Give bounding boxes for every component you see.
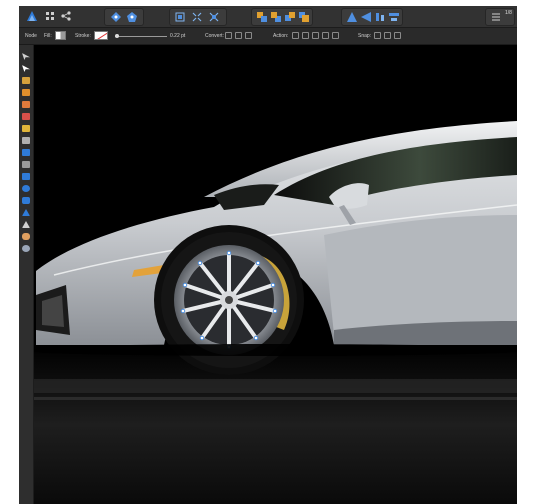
reverse-curve-icon[interactable]	[332, 32, 339, 39]
top-toolbar: 1/8	[19, 6, 517, 28]
fit-view-icon[interactable]	[173, 10, 187, 24]
snap-option-3-icon[interactable]	[394, 32, 401, 39]
fill-tool-icon[interactable]	[22, 125, 30, 132]
affinity-designer-logo-icon[interactable]	[25, 9, 39, 23]
align-center-icon[interactable]	[359, 10, 373, 24]
convert-smooth-icon[interactable]	[235, 32, 242, 39]
stroke-label: Stroke:	[75, 33, 91, 39]
vector-brush-tool-icon[interactable]	[22, 113, 30, 120]
node-label: Node	[25, 33, 37, 39]
view-group	[169, 8, 227, 26]
snap-label: Snap:	[358, 33, 372, 39]
break-curve-icon[interactable]	[292, 32, 299, 39]
pixel-persona-icon[interactable]	[43, 9, 57, 23]
place-image-tool-icon[interactable]	[22, 149, 30, 156]
corner-label: 1/8	[505, 10, 512, 16]
menu-lines-icon[interactable]	[489, 10, 503, 24]
hand-tool-icon[interactable]	[22, 233, 30, 240]
pencil-tool-icon[interactable]	[22, 101, 30, 108]
corner-tool-icon[interactable]	[22, 77, 30, 84]
move-tool-icon[interactable]	[22, 53, 30, 60]
snap-option-2-icon[interactable]	[384, 32, 391, 39]
align-right-icon[interactable]	[373, 10, 387, 24]
persona-tools-group	[104, 8, 144, 26]
triangle-tool-icon[interactable]	[22, 209, 30, 216]
ellipse-tool-icon[interactable]	[22, 185, 30, 192]
move-forward-icon[interactable]	[269, 10, 283, 24]
car-illustration	[34, 121, 517, 504]
move-bottom-icon[interactable]	[297, 10, 311, 24]
convert-label: Convert:	[205, 33, 224, 39]
artistic-text-tool-icon[interactable]	[22, 221, 30, 228]
pen-tool-icon-side[interactable]	[22, 89, 30, 96]
node-tool-icon[interactable]	[22, 65, 30, 72]
move-back-icon[interactable]	[255, 10, 269, 24]
zoom-fit-icon[interactable]	[190, 10, 204, 24]
document-canvas[interactable]	[34, 45, 517, 504]
action-label: Action:	[273, 33, 289, 39]
export-persona-icon[interactable]	[59, 9, 73, 23]
shape-tool-icon[interactable]	[125, 10, 139, 24]
zoom-tool-icon[interactable]	[22, 245, 30, 252]
arrange-group	[251, 8, 313, 26]
align-group	[341, 8, 403, 26]
smooth-curve-icon[interactable]	[312, 32, 319, 39]
snap-option-1-icon[interactable]	[374, 32, 381, 39]
stroke-width-slider-handle[interactable]	[115, 34, 119, 38]
rounded-rectangle-tool-icon[interactable]	[22, 197, 30, 204]
stroke-width-slider[interactable]	[115, 36, 167, 37]
close-curve-icon[interactable]	[302, 32, 309, 39]
stroke-swatch[interactable]	[94, 31, 108, 40]
transparency-tool-icon[interactable]	[22, 137, 30, 144]
convert-sharp-icon[interactable]	[225, 32, 232, 39]
distribute-icon[interactable]	[387, 10, 401, 24]
crop-tool-icon[interactable]	[22, 161, 30, 168]
rectangle-tool-icon[interactable]	[22, 173, 30, 180]
stroke-width-value[interactable]: 0.22 pt	[170, 33, 185, 39]
app-window: 1/8 Node Fill: Stroke: 0.22 pt Convert: …	[19, 6, 517, 504]
fill-label: Fill:	[44, 33, 52, 39]
join-curves-icon[interactable]	[322, 32, 329, 39]
move-top-icon[interactable]	[283, 10, 297, 24]
pen-tool-icon[interactable]	[109, 10, 123, 24]
tools-panel	[19, 45, 34, 504]
zoom-actual-icon[interactable]	[207, 10, 221, 24]
align-left-icon[interactable]	[345, 10, 359, 24]
context-toolbar: Node Fill: Stroke: 0.22 pt Convert: Acti…	[19, 28, 517, 45]
fill-swatch[interactable]	[55, 31, 66, 40]
convert-smart-icon[interactable]	[245, 32, 252, 39]
